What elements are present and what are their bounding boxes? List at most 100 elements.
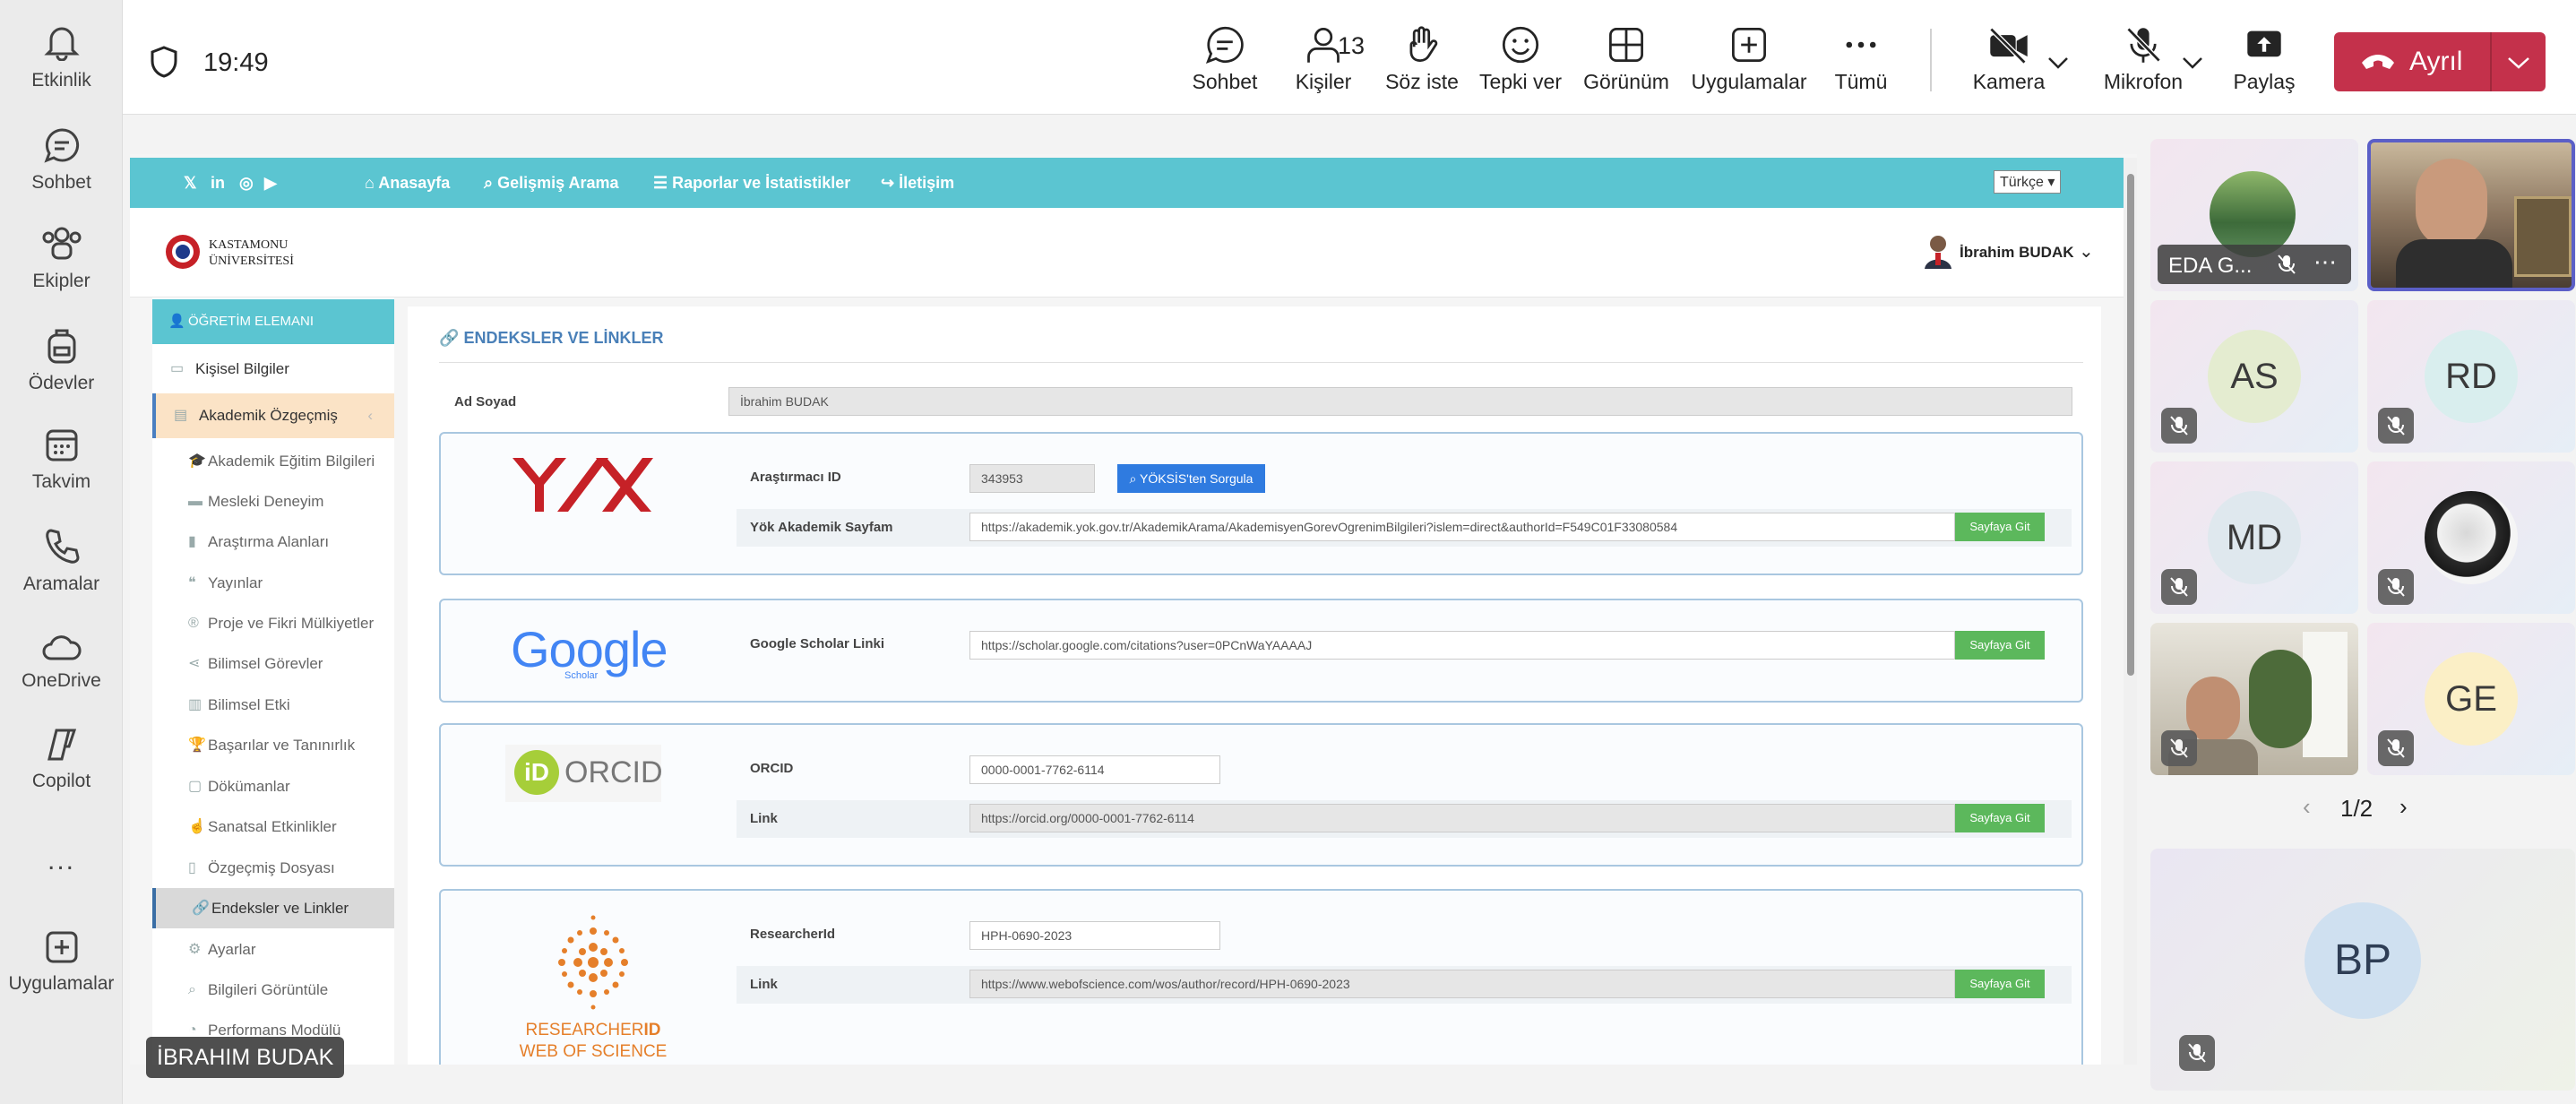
rail-label: Ödevler <box>28 373 95 393</box>
orcid-link-field[interactable]: https://orcid.org/0000-0001-7762-6114 <box>969 804 1955 832</box>
rail-onedrive[interactable]: OneDrive <box>0 634 123 692</box>
google-field[interactable]: https://scholar.google.com/citations?use… <box>969 631 1955 660</box>
leave-divider <box>2490 32 2492 91</box>
chevron-down-icon[interactable] <box>2181 56 2204 70</box>
rail-assignments[interactable]: Ödevler <box>0 326 123 394</box>
participant-tile-active-speaker[interactable] <box>2367 139 2575 291</box>
rail-apps[interactable]: Uygulamalar <box>0 930 123 995</box>
chevron-down-icon[interactable] <box>2506 56 2531 70</box>
google-go-button[interactable]: Sayfaya Git <box>1955 631 2045 660</box>
researcherid-field[interactable]: HPH-0690-2023 <box>969 921 1220 950</box>
sidebar-item-projects[interactable]: ® Proje ve Fikri Mülkiyetler <box>152 603 394 643</box>
sidebar-item-scientific-duties[interactable]: ⋖ Bilimsel Görevler <box>152 643 394 684</box>
youtube-icon[interactable]: ▶ <box>264 174 277 193</box>
sidebar-item-documents[interactable]: ▢ Dökümanlar <box>152 766 394 806</box>
researcherid-logo-line2: WEB OF SCIENCE <box>519 1042 668 1061</box>
name-field[interactable]: İbrahim BUDAK <box>728 387 2072 416</box>
camera-off-icon <box>1989 27 2028 65</box>
nav-reports[interactable]: ☰ Raporlar ve İstatistikler <box>653 174 850 193</box>
rail-calendar[interactable]: Takvim <box>0 428 123 493</box>
participant-tile[interactable]: MD <box>2150 461 2358 614</box>
sidebar-item-education[interactable]: 🎓 Akademik Eğitim Bilgileri <box>152 441 394 481</box>
shield-icon <box>151 46 177 78</box>
user-menu[interactable]: İbrahim BUDAK ⌄ <box>1922 233 2094 269</box>
language-select[interactable]: Türkçe ▾ <box>1994 170 2062 194</box>
rail-copilot[interactable]: Copilot <box>0 728 123 792</box>
researcherid-link-field[interactable]: https://www.webofscience.com/wos/author/… <box>969 970 1955 998</box>
orcid-id-field[interactable]: 0000-0001-7762-6114 <box>969 755 1220 784</box>
people-count: 13 <box>1338 32 1366 59</box>
sidebar-item-publications[interactable]: ❝ Yayınlar <box>152 563 394 603</box>
participant-tile[interactable]: RD <box>2367 300 2575 453</box>
sidebar-item-research-areas[interactable]: ▮ Araştırma Alanları <box>152 522 394 562</box>
teams-icon <box>42 227 81 260</box>
google-logo-text: Google <box>511 621 668 677</box>
book-icon: ▤ <box>174 408 188 423</box>
chevron-down-icon[interactable] <box>2046 56 2070 70</box>
meeting-timer: 19:49 <box>203 48 269 77</box>
yok-id-field[interactable]: 343953 <box>969 464 1095 493</box>
researcherid-emblem-icon <box>558 915 628 1010</box>
raise-hand-button[interactable]: Söz iste <box>1377 25 1467 94</box>
more-options-icon[interactable]: ⋯ <box>2313 248 2337 276</box>
rail-calls[interactable]: Aramalar <box>0 527 123 595</box>
sidebar-item-impact[interactable]: ▥ Bilimsel Etki <box>152 685 394 725</box>
nav-search[interactable]: ⌕ Gelişmiş Arama <box>484 174 619 193</box>
sidebar-item-experience[interactable]: ▬ Mesleki Deneyim <box>152 481 394 522</box>
sidebar-item-view-info[interactable]: ⌕ Bilgileri Görüntüle <box>152 970 394 1010</box>
x-social-icon[interactable]: 𝕏 <box>184 174 197 193</box>
react-button[interactable]: Tepki ver <box>1476 25 1565 94</box>
participant-tile-large[interactable]: BP <box>2150 849 2575 1091</box>
camera-label: Kamera <box>1972 70 2046 93</box>
researcherid-go-button[interactable]: Sayfaya Git <box>1955 970 2045 998</box>
sidebar-item-academic-cv[interactable]: ▤ Akademik Özgeçmiş ‹ <box>152 393 394 438</box>
view-button[interactable]: Görünüm <box>1577 25 1676 94</box>
sidebar-item-awards[interactable]: 🏆 Başarılar ve Tanınırlık <box>152 725 394 765</box>
sidebar-item-label: Bilimsel Etki <box>208 696 290 713</box>
people-button[interactable]: 13 Kişiler <box>1279 25 1368 94</box>
orcid-logo: iD ORCID <box>505 745 663 802</box>
more-button[interactable]: Tümü <box>1825 25 1897 94</box>
chevron-right-icon[interactable]: › <box>2399 793 2408 821</box>
nav-contact[interactable]: ↪ İletişim <box>881 174 954 193</box>
mic-off-icon <box>2278 254 2296 274</box>
rail-activity[interactable]: Etkinlik <box>0 22 123 91</box>
participant-tile[interactable] <box>2150 623 2358 775</box>
linkedin-icon[interactable]: in <box>211 174 225 193</box>
yok-go-button[interactable]: Sayfaya Git <box>1955 513 2045 541</box>
leave-button[interactable]: Ayrıl <box>2334 32 2546 91</box>
scrollbar-thumb[interactable] <box>2127 174 2134 676</box>
participant-tile[interactable]: GE <box>2367 623 2575 775</box>
orcid-go-button[interactable]: Sayfaya Git <box>1955 804 2045 832</box>
instagram-icon[interactable]: ◎ <box>239 174 254 193</box>
nav-home[interactable]: ⌂ Anasayfa <box>365 174 450 193</box>
participant-name-bar: EDA G... ⋯ <box>2158 245 2351 284</box>
page-indicator: 1/2 <box>2340 795 2374 822</box>
chevron-left-icon[interactable]: ‹ <box>2303 793 2311 821</box>
share-label: Paylaş <box>2233 70 2296 93</box>
participant-tile[interactable] <box>2367 461 2575 614</box>
section-title-label: ENDEKSLER VE LİNKLER <box>463 329 664 347</box>
participant-tile[interactable]: AS <box>2150 300 2358 453</box>
rail-chat[interactable]: Sohbet <box>0 127 123 194</box>
sidebar-item-settings[interactable]: ⚙ Ayarlar <box>152 929 394 970</box>
sidebar-item-arts[interactable]: ☝ Sanatsal Etkinlikler <box>152 806 394 847</box>
yoksis-query-button[interactable]: ⌕ YÖKSİS'ten Sorgula <box>1117 464 1265 493</box>
site-scrollbar[interactable] <box>2124 158 2137 1065</box>
sidebar-item-personal[interactable]: ▭ Kişisel Bilgiler <box>152 349 394 389</box>
rail-teams[interactable]: Ekipler <box>0 226 123 292</box>
chat-button[interactable]: Sohbet <box>1185 25 1265 94</box>
muted-indicator <box>2378 569 2414 605</box>
rail-more[interactable]: ... <box>0 846 123 876</box>
participant-tile[interactable]: EDA G... ⋯ <box>2150 139 2358 291</box>
sidebar-item-indexes-links[interactable]: 🔗 Endeksler ve Linkler <box>152 888 394 928</box>
apps-button[interactable]: Uygulamalar <box>1682 25 1816 94</box>
share-button[interactable]: Paylaş <box>2219 25 2309 94</box>
user-name: İbrahim BUDAK <box>1960 244 2074 261</box>
sidebar-item-cv-file[interactable]: ▯ Özgeçmiş Dosyası <box>152 848 394 888</box>
university-logo[interactable]: KASTAMONU ÜNİVERSİTESİ <box>164 233 316 274</box>
link-icon: 🔗 <box>439 329 460 347</box>
yok-page-field[interactable]: https://akademik.yok.gov.tr/AkademikAram… <box>969 513 1955 541</box>
logo-line1: KASTAMONU <box>209 238 289 252</box>
id-card-icon: ▭ <box>170 361 185 376</box>
